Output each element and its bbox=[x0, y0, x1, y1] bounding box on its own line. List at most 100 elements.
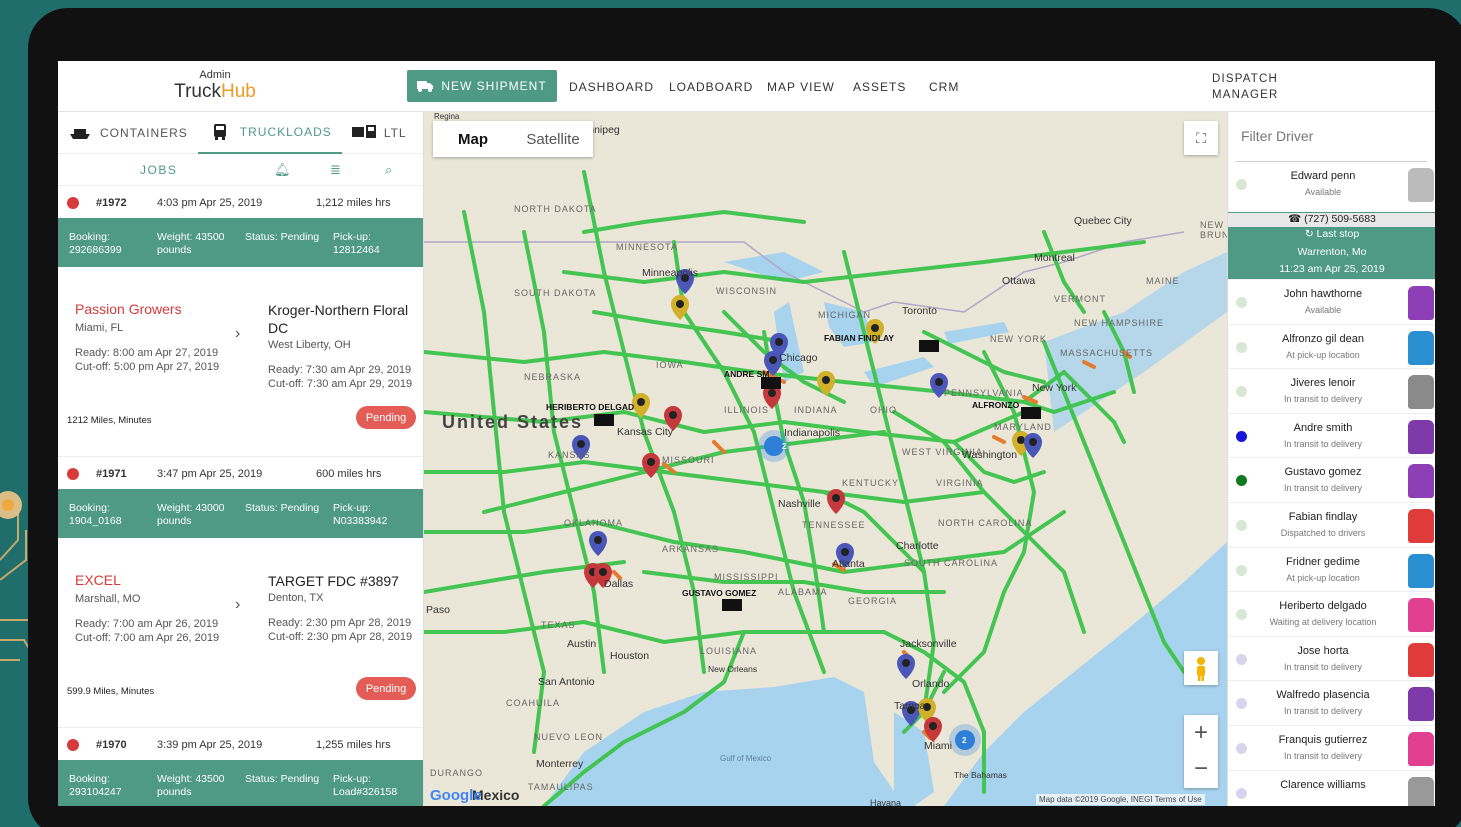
tab-ltl[interactable]: LTL bbox=[342, 112, 417, 154]
booking-info: Booking: 1904_0168 bbox=[69, 502, 122, 527]
job-time: 3:47 pm Apr 25, 2019 bbox=[157, 468, 263, 480]
driver-item[interactable]: Andre smith In transit to delivery bbox=[1228, 414, 1435, 459]
dispatch-line-2: MANAGER bbox=[1212, 89, 1279, 101]
job-header[interactable]: #1971 3:47 pm Apr 25, 2019 600 miles hrs bbox=[58, 457, 423, 489]
mode-tabs: CONTAINERS TRUCKLOADS LTL bbox=[58, 112, 423, 154]
job-header[interactable]: #1972 4:03 pm Apr 25, 2019 1,212 miles h… bbox=[58, 186, 423, 218]
driver-item[interactable]: John hawthorne Available bbox=[1228, 280, 1435, 325]
map-label-city: Indianapolis bbox=[784, 427, 841, 439]
brand-logo[interactable]: Admin TruckHub bbox=[170, 69, 260, 103]
map-label-city: The Bahamas bbox=[954, 770, 1007, 780]
street-view-pegman-icon[interactable] bbox=[1184, 651, 1218, 685]
origin-name: EXCEL bbox=[75, 572, 121, 588]
tab-containers[interactable]: CONTAINERS bbox=[58, 112, 198, 154]
tab-truckloads[interactable]: TRUCKLOADS bbox=[197, 112, 342, 154]
nav-assets[interactable]: ASSETS bbox=[853, 80, 906, 94]
status-info: Status: Pending bbox=[245, 502, 320, 514]
nav-crm[interactable]: CRM bbox=[929, 80, 959, 94]
pending-badge[interactable]: Pending bbox=[356, 677, 416, 700]
map-credit[interactable]: Map data ©2019 Google, INEGI Terms of Us… bbox=[1036, 794, 1205, 805]
last-stop-time: 11:23 am Apr 25, 2019 bbox=[1279, 263, 1385, 275]
map-label-city: Austin bbox=[567, 638, 597, 650]
driver-item[interactable]: Fridner gedime At pick-up location bbox=[1228, 548, 1435, 593]
nav-map-view[interactable]: MAP VIEW bbox=[767, 80, 835, 94]
jobs-panel: CONTAINERS TRUCKLOADS LTL JOBS 🔔︎ ≣ ⌕ #1… bbox=[58, 112, 424, 806]
driver-avatar bbox=[1408, 375, 1434, 410]
job-miles: 1,255 miles hrs bbox=[316, 739, 391, 751]
map-label-city: Montreal bbox=[1034, 252, 1075, 264]
search-icon[interactable]: ⌕ bbox=[385, 162, 394, 178]
new-shipment-button[interactable]: NEW SHIPMENT bbox=[407, 70, 557, 102]
driver-map-tag[interactable]: GUSTAVO GOMEZ bbox=[682, 588, 756, 598]
driver-name: Andre smith bbox=[1293, 421, 1353, 434]
driver-map-tag[interactable]: FABIAN FINDLAY bbox=[824, 333, 894, 343]
destination-city: Denton, TX bbox=[268, 592, 324, 604]
driver-item[interactable]: Jiveres lenoir In transit to delivery bbox=[1228, 369, 1435, 414]
job-summary-bar: Booking: 292686399 Weight: 43500 pounds St… bbox=[58, 218, 423, 267]
nav-loadboard[interactable]: LOADBOARD bbox=[669, 80, 753, 94]
map-view[interactable]: 2 2 United States NORTH DAKOTA SOUTH DAK… bbox=[424, 112, 1227, 806]
driver-status-dot bbox=[1236, 475, 1247, 487]
fullscreen-icon[interactable]: ⛶ bbox=[1184, 121, 1218, 155]
job-header[interactable]: #1970 3:39 pm Apr 25, 2019 1,255 miles h… bbox=[58, 728, 423, 760]
driver-avatar bbox=[1408, 419, 1434, 454]
driver-name: Fabian findlay bbox=[1288, 510, 1358, 523]
driver-avatar bbox=[1408, 464, 1434, 499]
ltl-truck-icon bbox=[351, 124, 376, 138]
cluster-count[interactable]: 2 bbox=[782, 442, 787, 451]
map-label-state: IOWA bbox=[656, 360, 684, 370]
app-screen: Admin TruckHub NEW SHIPMENT DASHBOARD LO… bbox=[58, 61, 1435, 806]
driver-item[interactable]: Franquis gutierrez In transit to delivery bbox=[1228, 726, 1435, 771]
driver-status: Available bbox=[1304, 305, 1342, 315]
map-label-city: Monterrey bbox=[536, 758, 584, 770]
map-label-city: Houston bbox=[610, 650, 650, 662]
driver-map-tag[interactable]: ALFRONZO bbox=[972, 400, 1019, 410]
job-distance: 1212 Miles, Minutes bbox=[67, 415, 152, 426]
driver-item[interactable]: Gustavo gomez In transit to delivery bbox=[1228, 458, 1435, 503]
driver-avatar bbox=[1408, 642, 1434, 677]
driver-status-dot bbox=[1236, 698, 1247, 710]
driver-name: Jiveres lenoir bbox=[1290, 377, 1356, 390]
job-card[interactable]: EXCEL Marshall, MO Ready: 7:00 am Apr 26… bbox=[58, 538, 423, 728]
notification-bell-icon[interactable]: 🔔︎ bbox=[274, 162, 292, 178]
map-type-satellite[interactable]: Satellite bbox=[513, 121, 593, 157]
driver-item-selected[interactable]: Edward penn Available ☎ (727) 509-5683 ↻… bbox=[1228, 162, 1435, 280]
destination-city: West Liberty, OH bbox=[268, 339, 351, 351]
map-type-map[interactable]: Map bbox=[433, 121, 513, 157]
driver-item[interactable]: Clarence williams bbox=[1228, 771, 1435, 806]
driver-name: Heriberto delgado bbox=[1279, 600, 1367, 613]
job-miles: 600 miles hrs bbox=[316, 468, 382, 480]
driver-status: At pick-up location bbox=[1286, 572, 1360, 583]
map-label-city: Regina bbox=[434, 112, 460, 121]
driver-map-tag[interactable]: HERIBERTO DELGAD bbox=[546, 402, 634, 412]
top-navigation: Admin TruckHub NEW SHIPMENT DASHBOARD LO… bbox=[58, 61, 1435, 112]
status-info: Status: Pending bbox=[245, 773, 320, 785]
zoom-in-icon[interactable]: + bbox=[1184, 715, 1218, 751]
pending-badge[interactable]: Pending bbox=[356, 406, 416, 429]
last-stop-label: ↻ Last stop bbox=[1304, 228, 1360, 240]
filter-driver-input[interactable]: Filter Driver bbox=[1236, 112, 1427, 162]
driver-phone[interactable]: ☎ (727) 509-5683 bbox=[1228, 213, 1435, 227]
driver-status-dot bbox=[1236, 386, 1247, 398]
zoom-control: + − bbox=[1184, 715, 1218, 788]
map-label-city: Kansas City bbox=[617, 426, 674, 438]
map-label-state: KENTUCKY bbox=[842, 478, 900, 488]
driver-name: Franquis gutierrez bbox=[1278, 733, 1368, 746]
nav-dashboard[interactable]: DASHBOARD bbox=[569, 80, 654, 94]
zoom-out-icon[interactable]: − bbox=[1184, 751, 1218, 787]
dispatch-manager-menu[interactable]: DISPATCH MANAGER bbox=[1212, 71, 1302, 103]
driver-avatar bbox=[1408, 731, 1434, 766]
driver-name: Walfredo plasencia bbox=[1276, 689, 1370, 702]
driver-map-tag[interactable]: ANDRE SM bbox=[724, 369, 769, 379]
driver-item[interactable]: Fabian findlay Dispatched to drivers bbox=[1228, 503, 1435, 548]
driver-item[interactable]: Walfredo plasencia In transit to delivery bbox=[1228, 681, 1435, 726]
driver-item[interactable]: Alfronzo gil dean At pick-up location bbox=[1228, 325, 1435, 370]
driver-item[interactable]: Heriberto delgado Waiting at delivery loc… bbox=[1228, 592, 1435, 637]
driver-item[interactable]: Jose horta In transit to delivery bbox=[1228, 637, 1435, 682]
job-card[interactable]: Passion Growers Miami, FL Ready: 8:00 am… bbox=[58, 267, 423, 457]
job-time: 4:03 pm Apr 25, 2019 bbox=[157, 197, 263, 209]
tab-containers-label: CONTAINERS bbox=[100, 125, 188, 140]
filter-icon[interactable]: ≣ bbox=[330, 162, 342, 178]
map-label-state: MICHIGAN bbox=[818, 310, 871, 320]
cluster-count[interactable]: 2 bbox=[962, 736, 967, 745]
